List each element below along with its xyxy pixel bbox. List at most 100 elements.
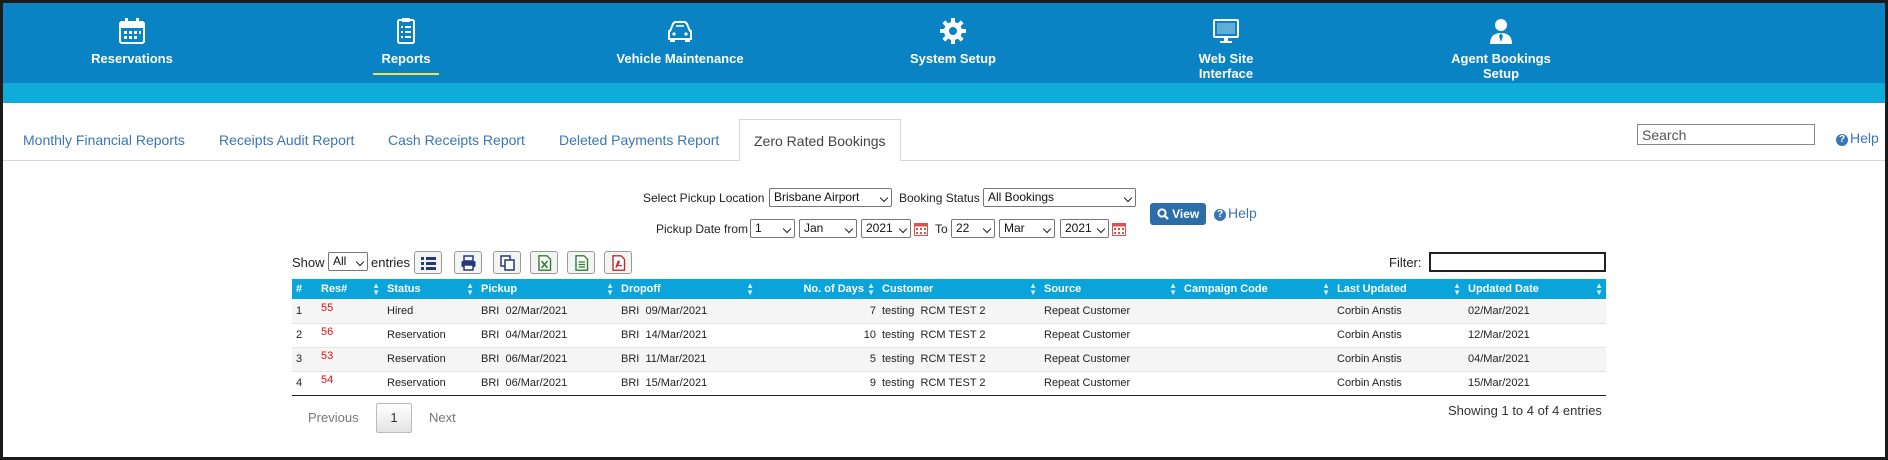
from-year-select[interactable]: 2021 — [861, 219, 911, 238]
to-month-select[interactable]: Mar — [999, 219, 1055, 238]
cell-updated-date: 02/Mar/2021 — [1468, 304, 1530, 317]
cell-campaign-code — [1180, 347, 1333, 371]
print-icon — [461, 255, 476, 271]
pdf-export-button[interactable] — [604, 251, 632, 274]
sort-icon: ▲ ▼ — [1453, 281, 1461, 297]
copy-button[interactable] — [493, 251, 521, 274]
car-icon — [665, 17, 695, 45]
col-header-last-updated[interactable]: Last Updated ▲ ▼ — [1333, 279, 1464, 299]
help-label: Help — [1850, 130, 1879, 146]
col-header-pickup[interactable]: Pickup ▲ ▼ — [477, 279, 617, 299]
help-link[interactable]: ? Help — [1836, 130, 1879, 146]
to-calendar-icon[interactable] — [1112, 222, 1126, 236]
table-header-row: # Res# ▲ ▼ Status ▲ ▼ Pickup ▲ ▼ Dropoff ▲ ▼ No.… — [292, 279, 1606, 299]
entries-label: entries — [371, 255, 411, 270]
cell-pickup: BRI 06/Mar/2021 — [481, 353, 568, 365]
zero-rated-bookings-table: # Res# ▲ ▼ Status ▲ ▼ Pickup ▲ ▼ Dropoff ▲ ▼ No.… — [292, 279, 1606, 396]
cell-dropoff: BRI 15/Mar/2021 — [621, 377, 708, 389]
cell-number: 3 — [296, 353, 303, 365]
col-header-res[interactable]: Res# ▲ ▼ — [317, 279, 383, 299]
res-link[interactable]: 54 — [321, 374, 333, 386]
table-row[interactable]: 4 54 Reservation BRI 06/Mar/2021 BRI 15/… — [292, 371, 1606, 395]
col-header-label: Updated Date — [1468, 283, 1539, 295]
pagination-page-1[interactable]: 1 — [376, 403, 412, 433]
col-header-customer[interactable]: Customer ▲ ▼ — [878, 279, 1040, 299]
col-header-status[interactable]: Status ▲ ▼ — [383, 279, 477, 299]
col-header-source[interactable]: Source ▲ ▼ — [1040, 279, 1180, 299]
nav-reports[interactable]: Reports — [373, 17, 439, 75]
print-button[interactable] — [454, 251, 482, 274]
col-header-days[interactable]: No. of Days ▲ ▼ — [757, 279, 878, 299]
table-row[interactable]: 3 53 Reservation BRI 06/Mar/2021 BRI 11/… — [292, 347, 1606, 371]
res-link[interactable]: 55 — [321, 302, 333, 314]
tab-deleted-payments-report[interactable]: Deleted Payments Report — [559, 119, 719, 161]
cell-updated-date: 04/Mar/2021 — [1468, 353, 1530, 365]
res-link[interactable]: 53 — [321, 350, 333, 362]
cell-number: 1 — [296, 304, 303, 317]
sort-icon: ▲ ▼ — [1595, 281, 1603, 297]
from-day-select[interactable]: 1 — [750, 219, 795, 238]
to-day-select[interactable]: 22 — [951, 219, 995, 238]
pagination-previous[interactable]: Previous — [308, 410, 359, 425]
agent-icon — [1486, 17, 1516, 45]
res-link[interactable]: 56 — [321, 326, 333, 338]
nav-label: Vehicle Maintenance — [616, 51, 744, 66]
excel-export-button[interactable] — [530, 251, 558, 274]
col-header-label: Last Updated — [1337, 283, 1407, 295]
booking-status-select[interactable]: All Bookings — [983, 188, 1136, 207]
question-icon: ? — [1836, 134, 1848, 146]
nav-label: System Setup — [910, 51, 996, 66]
sort-icon: ▲ ▼ — [606, 281, 614, 297]
cell-last-updated: Corbin Anstis — [1337, 304, 1402, 317]
search-input[interactable] — [1637, 124, 1815, 145]
column-visibility-button[interactable] — [414, 251, 442, 274]
cell-days: 9 — [869, 377, 876, 389]
col-header-label: Dropoff — [621, 283, 661, 295]
nav-reservations[interactable]: Reservations — [91, 17, 173, 66]
from-calendar-icon[interactable] — [914, 222, 928, 236]
col-header-number[interactable]: # — [292, 279, 317, 299]
view-button[interactable]: View — [1150, 203, 1206, 225]
nav-system-setup[interactable]: System Setup — [909, 17, 997, 66]
sort-icon: ▲ ▼ — [746, 281, 754, 297]
to-year-select[interactable]: 2021 — [1060, 219, 1109, 238]
cell-dropoff: BRI 14/Mar/2021 — [621, 329, 708, 341]
gear-icon — [938, 17, 968, 45]
form-help-link[interactable]: ? Help — [1214, 205, 1257, 221]
pickup-location-label: Select Pickup Location — [643, 191, 765, 205]
nav-label: Reports — [381, 51, 431, 66]
pagination-next[interactable]: Next — [429, 410, 456, 425]
from-month-select[interactable]: Jan — [799, 219, 857, 238]
nav-web-site-interface[interactable]: Web Site Interface — [1170, 17, 1282, 81]
cell-source: Repeat Customer — [1044, 353, 1131, 365]
report-tabs: Monthly Financial Reports Receipts Audit… — [3, 119, 1885, 161]
to-label: To — [935, 222, 948, 236]
table-info: Showing 1 to 4 of 4 entries — [1448, 403, 1602, 418]
form-help-label: Help — [1228, 205, 1257, 221]
pickup-date-from-label: Pickup Date from — [656, 222, 749, 236]
pickup-location-select[interactable]: Brisbane Airport — [769, 188, 892, 207]
table-row[interactable]: 1 55 Hired BRI 02/Mar/2021 BRI 09/Mar/20… — [292, 299, 1606, 323]
csv-export-button[interactable] — [567, 251, 595, 274]
col-header-dropoff[interactable]: Dropoff ▲ ▼ — [617, 279, 757, 299]
tab-zero-rated-bookings[interactable]: Zero Rated Bookings — [739, 119, 901, 161]
tab-receipts-audit-report[interactable]: Receipts Audit Report — [219, 119, 354, 161]
nav-label: Reservations — [91, 51, 173, 66]
cell-dropoff: BRI 09/Mar/2021 — [621, 304, 708, 317]
table-row[interactable]: 2 56 Reservation BRI 04/Mar/2021 BRI 14/… — [292, 323, 1606, 347]
cell-customer: testing RCM TEST 2 — [882, 304, 986, 317]
filter-input[interactable] — [1429, 252, 1606, 272]
show-entries-select[interactable]: All — [328, 252, 368, 271]
tab-cash-receipts-report[interactable]: Cash Receipts Report — [388, 119, 525, 161]
cell-campaign-code — [1180, 299, 1333, 323]
excel-icon — [538, 255, 552, 271]
nav-label: Web Site Interface — [1198, 51, 1254, 81]
col-header-campaign-code[interactable]: Campaign Code ▲ ▼ — [1180, 279, 1333, 299]
cell-pickup: BRI 02/Mar/2021 — [481, 304, 568, 317]
sort-icon: ▲ ▼ — [466, 281, 474, 297]
tab-monthly-financial-reports[interactable]: Monthly Financial Reports — [23, 119, 185, 161]
col-header-updated-date[interactable]: Updated Date ▲ ▼ — [1464, 279, 1606, 299]
nav-vehicle-maintenance[interactable]: Vehicle Maintenance — [615, 17, 745, 66]
nav-agent-bookings-setup[interactable]: Agent Bookings Setup — [1433, 17, 1569, 81]
monitor-icon — [1211, 17, 1241, 45]
